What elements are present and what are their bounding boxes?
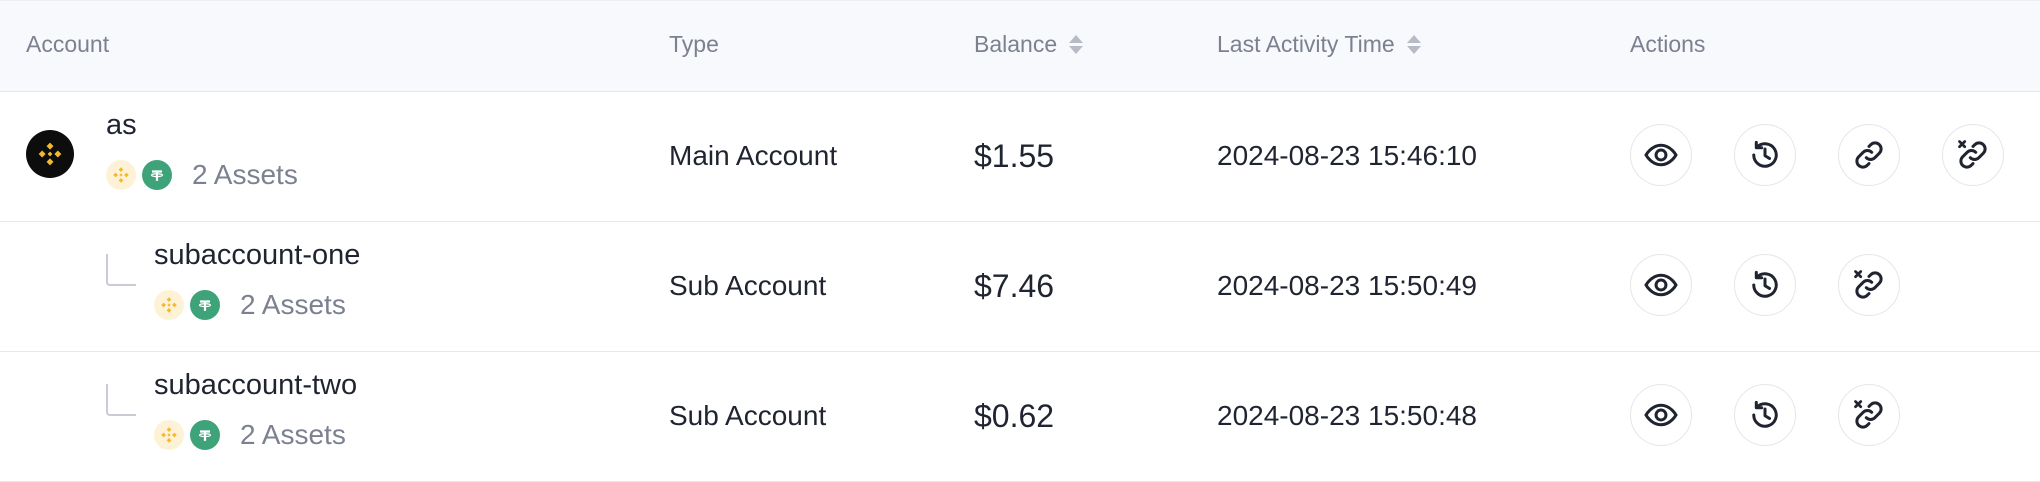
subaccount-branch (106, 384, 136, 416)
account-name: subaccount-one (154, 239, 361, 271)
unlink-icon (1851, 397, 1887, 433)
header-actions: Actions (1630, 31, 1706, 57)
link-button[interactable] (1838, 124, 1900, 186)
sort-icon[interactable] (1406, 35, 1421, 54)
asset-list: 2 Assets (106, 159, 298, 191)
account-balance: $1.55 (974, 137, 1055, 174)
last-activity-time: 2024-08-23 15:50:48 (1217, 400, 1477, 431)
unlink-icon (1955, 137, 1991, 173)
account-name: as (106, 109, 137, 141)
last-activity-time: 2024-08-23 15:46:10 (1217, 140, 1477, 171)
binance-logo-icon (26, 130, 74, 178)
unlink-button[interactable] (1838, 384, 1900, 446)
view-button[interactable] (1630, 124, 1692, 186)
view-button[interactable] (1630, 254, 1692, 316)
view-icon (1643, 397, 1679, 433)
history-button[interactable] (1734, 254, 1796, 316)
header-balance[interactable]: Balance (974, 31, 1084, 58)
unlink-button[interactable] (1942, 124, 2004, 186)
asset-count: 2 Assets (240, 289, 346, 320)
bnb-coin-icon (154, 420, 184, 450)
asset-count: 2 Assets (240, 419, 346, 450)
header-last-activity-label: Last Activity Time (1217, 31, 1395, 57)
header-account: Account (26, 31, 110, 57)
sort-icon[interactable] (1069, 35, 1084, 54)
table-row: subaccount-two 2 Assets Sub Account $0.6… (0, 351, 2040, 482)
table-row: subaccount-one 2 Assets Sub Account $7.4… (0, 221, 2040, 352)
history-button[interactable] (1734, 124, 1796, 186)
header-type: Type (669, 31, 719, 57)
account-balance: $0.62 (974, 397, 1055, 434)
bnb-coin-icon (106, 160, 136, 190)
account-name: subaccount-two (154, 369, 358, 401)
last-activity-time: 2024-08-23 15:50:49 (1217, 270, 1477, 301)
usdt-coin-icon (190, 420, 220, 450)
view-icon (1643, 137, 1679, 173)
usdt-coin-icon (190, 290, 220, 320)
history-button[interactable] (1734, 384, 1796, 446)
account-type: Main Account (669, 140, 838, 171)
link-icon (1851, 137, 1887, 173)
account-type: Sub Account (669, 400, 827, 431)
table-header: Account Type Balance Last Activity Time … (0, 0, 2040, 92)
header-balance-label: Balance (974, 31, 1058, 57)
bnb-coin-icon (154, 290, 184, 320)
subaccount-branch (106, 254, 136, 286)
accounts-table: Account Type Balance Last Activity Time … (0, 0, 2040, 482)
asset-list: 2 Assets (154, 419, 346, 451)
view-icon (1643, 267, 1679, 303)
asset-count: 2 Assets (192, 159, 298, 190)
account-type: Sub Account (669, 270, 827, 301)
table-row: as 2 Assets Main Account $1.55 2024-08-2… (0, 91, 2040, 222)
header-last-activity[interactable]: Last Activity Time (1217, 31, 1421, 58)
view-button[interactable] (1630, 384, 1692, 446)
history-icon (1747, 267, 1783, 303)
history-icon (1747, 137, 1783, 173)
account-balance: $7.46 (974, 267, 1055, 304)
unlink-button[interactable] (1838, 254, 1900, 316)
unlink-icon (1851, 267, 1887, 303)
history-icon (1747, 397, 1783, 433)
usdt-coin-icon (142, 160, 172, 190)
asset-list: 2 Assets (154, 289, 346, 321)
